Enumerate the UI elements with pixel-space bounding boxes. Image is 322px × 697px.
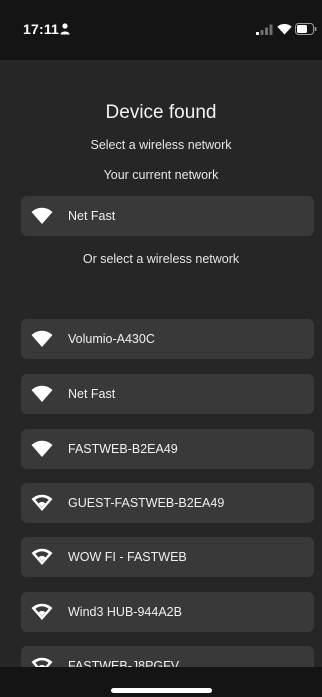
status-bar: 17:11 <box>0 0 322 60</box>
network-item[interactable]: FASTWEB-B2EA49 <box>21 429 314 469</box>
network-item[interactable]: Volumio-A430C <box>21 319 314 359</box>
network-name: Volumio-A430C <box>68 332 155 346</box>
network-item[interactable]: GUEST-FASTWEB-B2EA49 <box>21 483 314 523</box>
network-item[interactable]: Net Fast <box>21 374 314 414</box>
current-network-item[interactable]: Net Fast <box>21 196 314 236</box>
network-name: Wind3 HUB-944A2B <box>68 605 182 619</box>
wifi-full-icon <box>31 207 53 224</box>
home-indicator[interactable] <box>111 688 212 693</box>
wifi-weak-icon <box>31 603 53 620</box>
status-time: 17:11 <box>23 21 60 37</box>
signal-icon <box>256 24 273 35</box>
current-network-label: Your current network <box>103 168 219 182</box>
network-name: Net Fast <box>68 209 116 223</box>
network-name: Net Fast <box>68 387 116 401</box>
network-item[interactable]: WOW FI - FASTWEB <box>21 537 314 577</box>
wifi-weak-icon <box>31 494 53 511</box>
person-icon <box>60 23 70 35</box>
wifi-full-icon <box>31 330 53 347</box>
network-name: GUEST-FASTWEB-B2EA49 <box>68 496 225 510</box>
network-name: FASTWEB-B2EA49 <box>68 442 178 456</box>
network-name: WOW FI - FASTWEB <box>68 550 187 564</box>
wifi-icon <box>277 23 292 35</box>
page-title: Device found <box>105 102 217 123</box>
wifi-full-icon <box>31 385 53 402</box>
wifi-weak-icon <box>31 548 53 565</box>
screen: 17:11 Device found Select a wireless net… <box>0 0 322 697</box>
battery-icon <box>295 23 317 35</box>
wifi-full-icon <box>31 440 53 457</box>
page-subtitle: Select a wireless network <box>90 138 232 152</box>
network-item[interactable]: Wind3 HUB-944A2B <box>21 592 314 632</box>
other-networks-label: Or select a wireless network <box>82 252 240 266</box>
